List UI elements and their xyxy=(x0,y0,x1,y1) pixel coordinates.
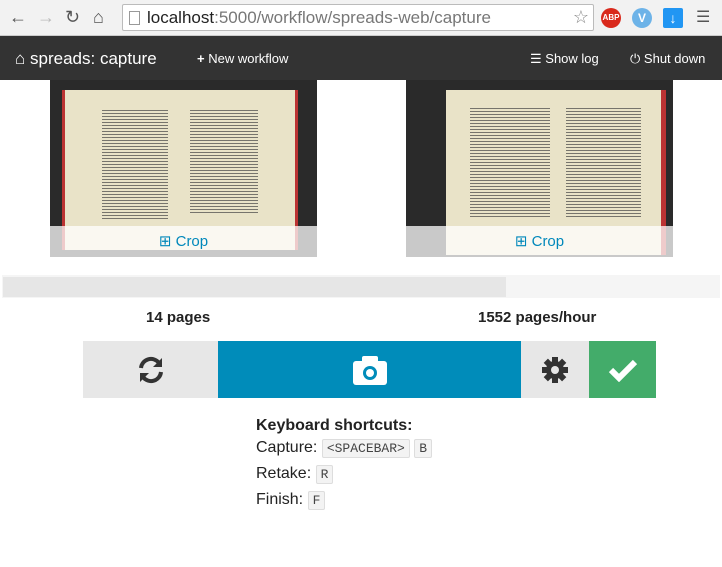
crop-icon: ⊞ xyxy=(514,233,528,250)
preview-left: ⊞ Crop xyxy=(50,80,317,257)
download-icon[interactable]: ↓ xyxy=(663,8,683,28)
shortcuts-title: Keyboard shortcuts: xyxy=(256,417,413,434)
back-icon[interactable]: ← xyxy=(9,7,27,28)
shut-down-link[interactable]: ⏻ Shut down xyxy=(630,51,705,67)
list-icon: ☰ xyxy=(530,51,542,66)
vimeo-extension-icon[interactable]: V xyxy=(632,8,652,28)
capture-rate: 1552 pages/hour xyxy=(478,309,597,326)
progress-fill xyxy=(3,277,506,297)
settings-button[interactable] xyxy=(521,341,589,398)
page-icon xyxy=(129,11,140,25)
adblock-icon[interactable]: ABP xyxy=(601,8,621,28)
address-bar[interactable]: localhost:5000/workflow/spreads-web/capt… xyxy=(122,4,594,31)
capture-button[interactable] xyxy=(218,341,521,398)
show-log-link[interactable]: ☰ Show log xyxy=(530,51,599,67)
browser-toolbar: ← → ↻ ⌂ localhost:5000/workflow/spreads-… xyxy=(0,0,722,36)
refresh-icon xyxy=(138,356,163,383)
preview-right: ⊞ Crop xyxy=(406,80,673,257)
key-spacebar: <SPACEBAR> xyxy=(321,439,410,458)
home-icon[interactable]: ⌂ xyxy=(93,7,104,28)
plus-icon: + xyxy=(197,51,205,66)
gear-icon xyxy=(542,356,568,383)
crop-icon: ⊞ xyxy=(158,233,172,250)
navbar: ⌂ spreads: capture + New workflow ☰ Show… xyxy=(0,36,722,80)
key-b: B xyxy=(414,439,433,458)
reload-icon[interactable]: ↻ xyxy=(65,7,80,28)
crop-button[interactable]: ⊞ Crop xyxy=(406,226,673,257)
check-icon xyxy=(608,359,637,382)
brand-link[interactable]: ⌂ spreads: capture xyxy=(15,49,157,69)
bookmark-star-icon[interactable]: ☆ xyxy=(573,5,589,30)
new-workflow-link[interactable]: + New workflow xyxy=(197,51,288,66)
camera-icon xyxy=(352,355,387,385)
key-f: F xyxy=(307,491,326,510)
menu-icon[interactable]: ☰ xyxy=(696,7,710,27)
home-icon: ⌂ xyxy=(15,49,26,68)
page-count: 14 pages xyxy=(146,309,211,326)
power-icon: ⏻ xyxy=(630,51,641,66)
key-r: R xyxy=(315,465,334,484)
crop-button[interactable]: ⊞ Crop xyxy=(50,226,317,257)
forward-icon[interactable]: → xyxy=(37,7,55,28)
progress-bar xyxy=(2,275,720,298)
retake-button[interactable] xyxy=(83,341,218,398)
keyboard-shortcuts: Keyboard shortcuts: Capture: <SPACEBAR> … xyxy=(256,417,433,513)
finish-button[interactable] xyxy=(589,341,656,398)
